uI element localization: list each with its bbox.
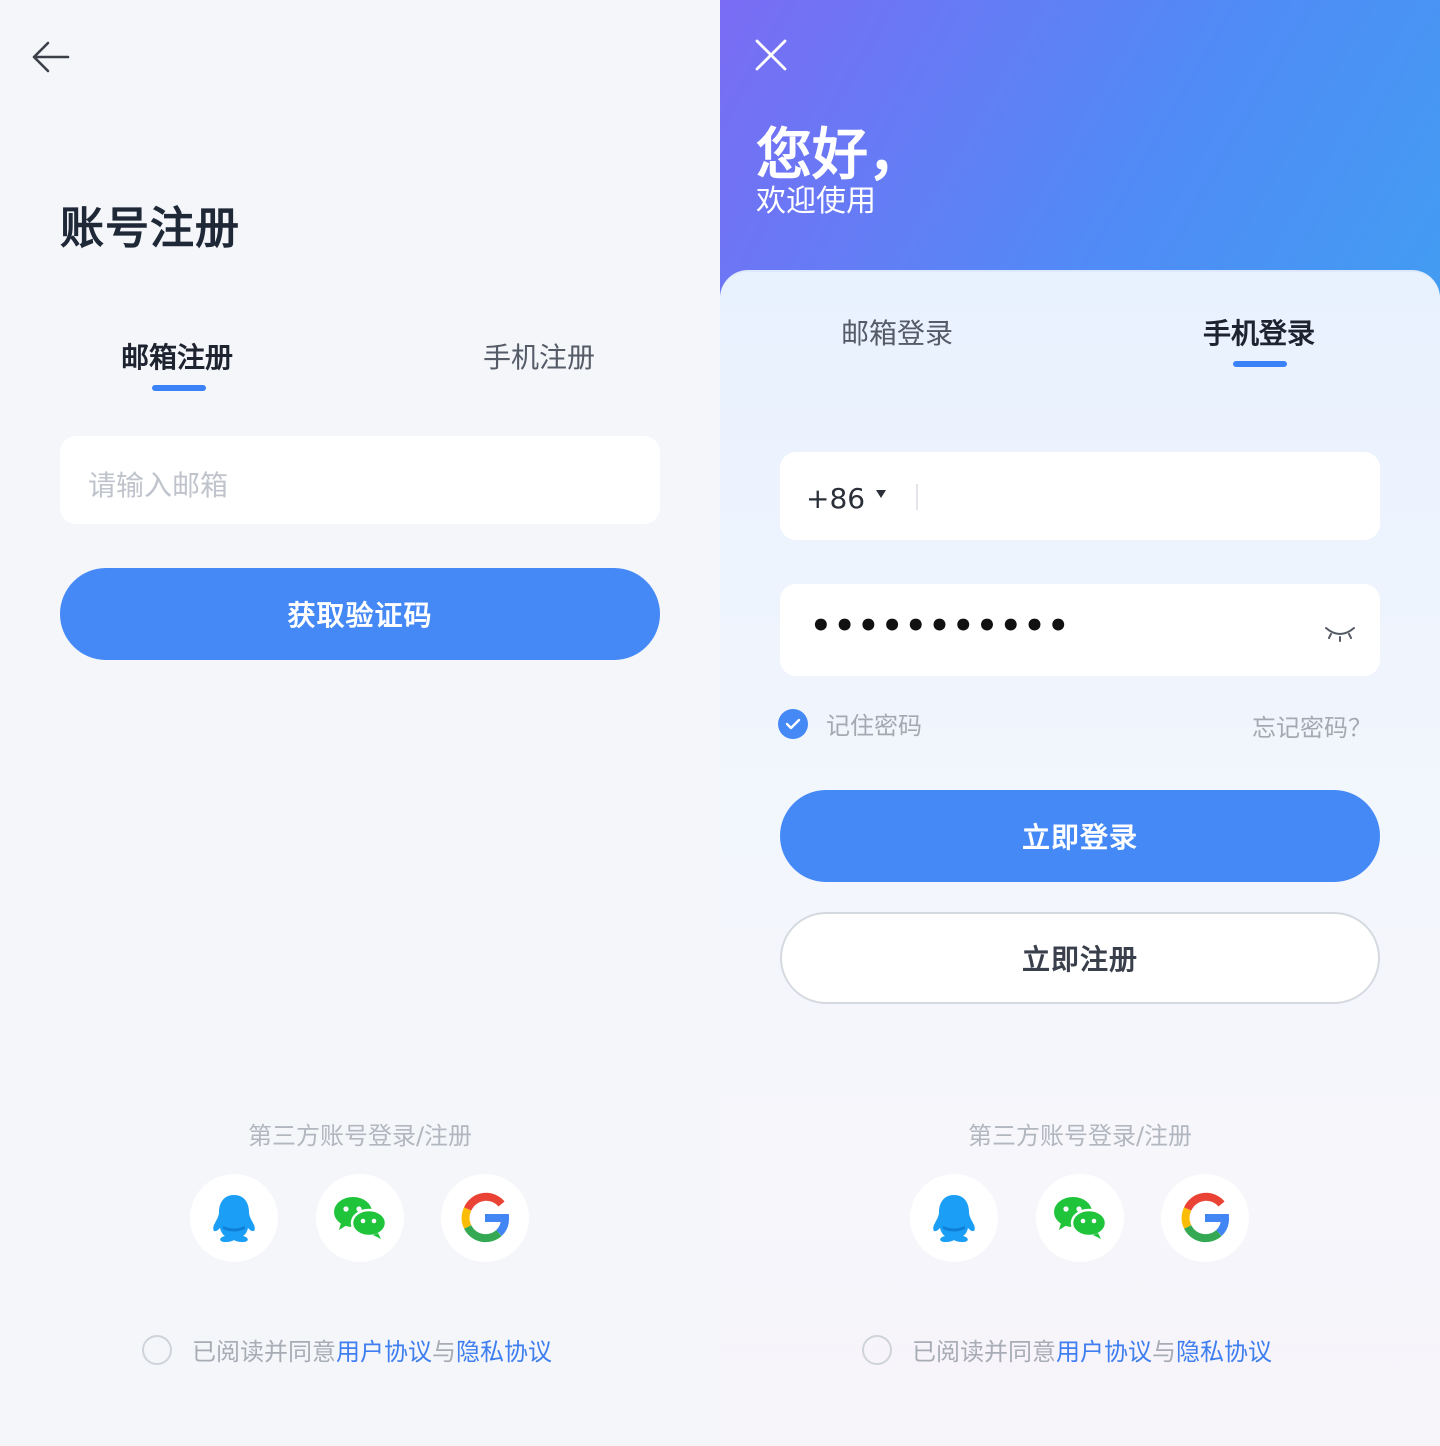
- user-agreement-link[interactable]: 用户协议: [1056, 1332, 1152, 1367]
- check-icon[interactable]: [778, 708, 808, 739]
- qq-login-button[interactable]: [190, 1174, 278, 1262]
- page-title: 账号注册: [60, 203, 240, 254]
- wechat-login-button[interactable]: [1036, 1174, 1124, 1262]
- login-screen: 您好， 欢迎使用 邮箱登录 手机登录 +86 ••••••••••• 记住密码 …: [720, 0, 1440, 1446]
- login-button[interactable]: 立即登录: [780, 790, 1380, 882]
- agreement-prefix: 已阅读并同意: [912, 1338, 1056, 1366]
- tab-phone-login[interactable]: 手机登录: [1203, 312, 1315, 352]
- back-arrow-icon[interactable]: [30, 40, 70, 74]
- tab-email-register[interactable]: 邮箱注册: [121, 336, 233, 376]
- close-icon[interactable]: [754, 38, 788, 72]
- qq-icon: [933, 1195, 975, 1243]
- wechat-login-button[interactable]: [316, 1174, 404, 1262]
- get-code-button[interactable]: 获取验证码: [60, 568, 660, 660]
- agreement-row: 已阅读并同意 用户协议 与 隐私协议: [862, 1332, 1272, 1367]
- agreement-row: 已阅读并同意 用户协议 与 隐私协议: [142, 1332, 552, 1367]
- active-tab-indicator: [152, 385, 206, 391]
- email-input-placeholder: 请输入邮箱: [88, 469, 229, 502]
- register-screen: 账号注册 邮箱注册 手机注册 请输入邮箱 获取验证码 第三方账号登录/注册 已阅…: [0, 0, 720, 1446]
- tab-phone-register[interactable]: 手机注册: [483, 336, 595, 376]
- agreement-prefix: 已阅读并同意: [192, 1338, 336, 1366]
- password-value: •••••••••••: [810, 606, 1072, 646]
- phone-input[interactable]: +86: [780, 452, 1380, 540]
- qq-icon: [213, 1195, 255, 1243]
- google-login-button[interactable]: [1161, 1174, 1249, 1262]
- privacy-agreement-link[interactable]: 隐私协议: [1176, 1332, 1272, 1367]
- agreement-radio[interactable]: [142, 1334, 172, 1365]
- qq-login-button[interactable]: [910, 1174, 998, 1262]
- google-icon: [1181, 1192, 1229, 1243]
- wechat-icon: [1054, 1197, 1107, 1239]
- email-input[interactable]: 请输入邮箱: [60, 436, 660, 524]
- google-icon: [461, 1192, 509, 1243]
- forgot-password-link[interactable]: 忘记密码？: [1252, 708, 1372, 743]
- eye-closed-icon[interactable]: [1324, 624, 1356, 642]
- register-button[interactable]: 立即注册: [780, 912, 1380, 1004]
- text-cursor: [916, 484, 918, 510]
- user-agreement-link[interactable]: 用户协议: [336, 1332, 432, 1367]
- agreement-joiner: 与: [432, 1338, 456, 1366]
- welcome-subtitle: 欢迎使用: [756, 184, 876, 219]
- wechat-icon: [334, 1197, 387, 1239]
- tab-email-login[interactable]: 邮箱登录: [841, 312, 953, 352]
- password-input[interactable]: •••••••••••: [780, 584, 1380, 676]
- agreement-radio[interactable]: [862, 1334, 892, 1365]
- caret-down-icon[interactable]: [876, 490, 886, 498]
- third-party-label: 第三方账号登录/注册: [247, 1122, 473, 1150]
- remember-password-label: 记住密码: [826, 712, 922, 740]
- privacy-agreement-link[interactable]: 隐私协议: [456, 1332, 552, 1367]
- third-party-label: 第三方账号登录/注册: [967, 1122, 1193, 1150]
- country-code-select[interactable]: +86: [806, 482, 865, 515]
- google-login-button[interactable]: [441, 1174, 529, 1262]
- remember-password-row[interactable]: 记住密码: [778, 706, 922, 741]
- active-tab-indicator: [1233, 361, 1287, 367]
- agreement-joiner: 与: [1152, 1338, 1176, 1366]
